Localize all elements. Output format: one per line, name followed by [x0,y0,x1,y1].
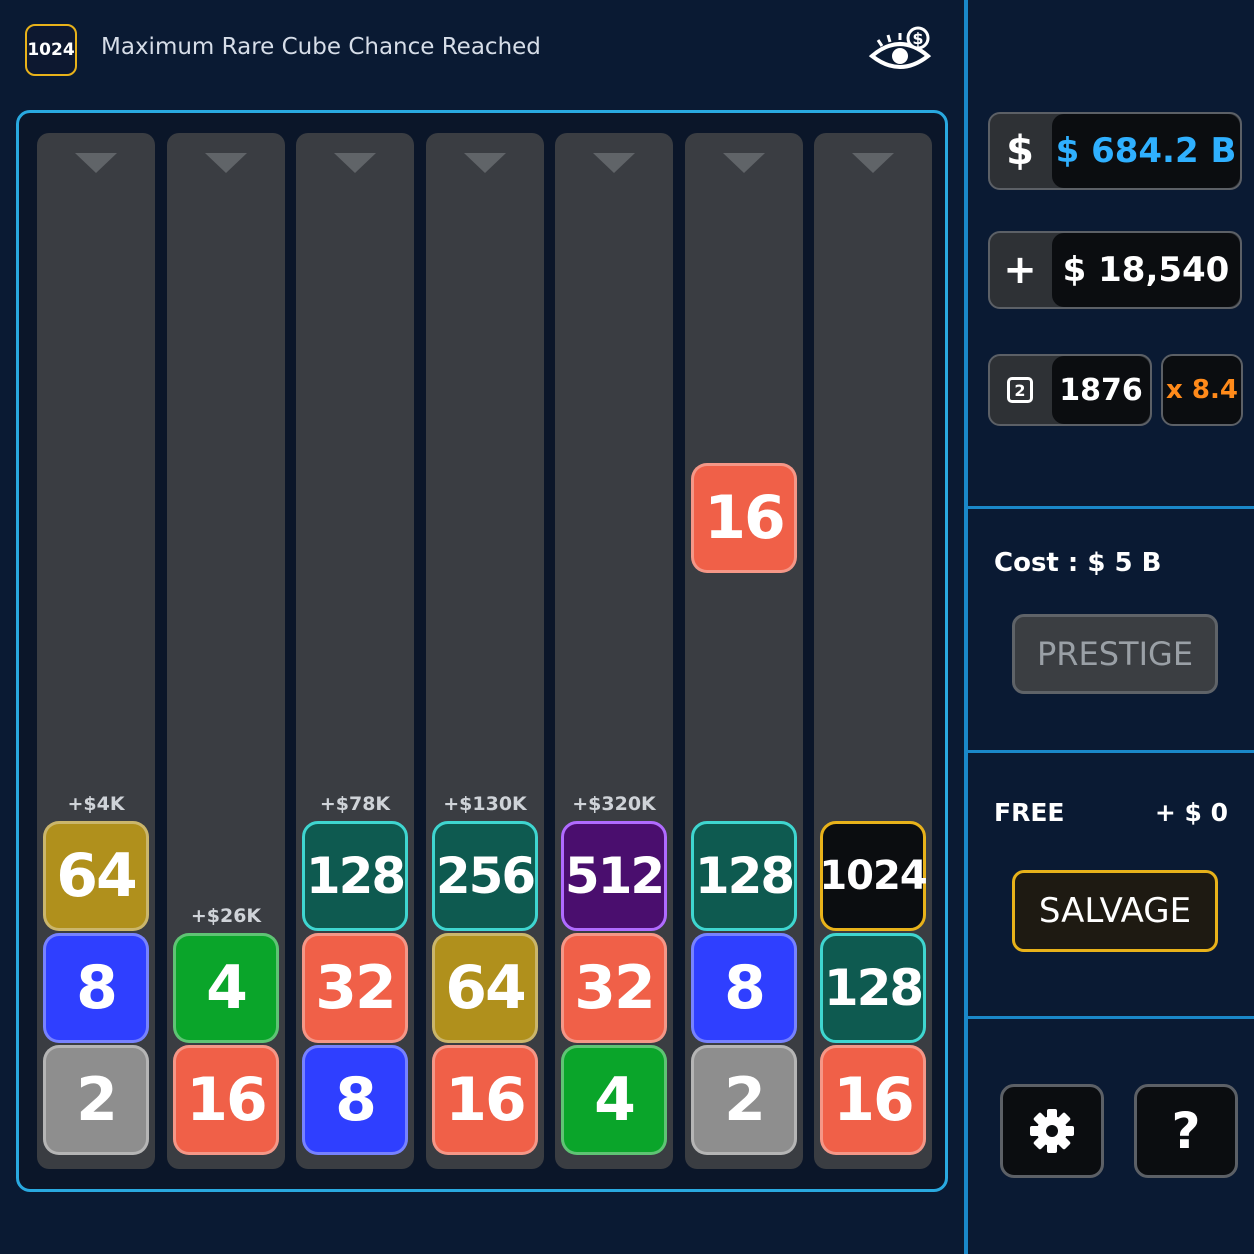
cube-count-box: 2 1876 [988,354,1152,426]
rare-cube-badge: 1024 [25,24,77,76]
board-column-1[interactable]: 64 8 2 +$4K [37,133,155,1169]
tile-512: 512 [561,821,667,931]
divider [968,506,1254,509]
cube-icon: 2 [990,356,1050,424]
tile-16: 16 [432,1045,538,1155]
income-box: + $ 18,540 [988,231,1242,309]
drop-arrow-icon [205,153,247,173]
settings-button[interactable] [1000,1084,1104,1178]
drop-arrow-icon [334,153,376,173]
tile-4: 4 [561,1045,667,1155]
plus-icon: + [1003,247,1037,293]
money-box: $ $ 684.2 B [988,112,1242,190]
multiplier-value: x 8.4 [1163,356,1241,424]
svg-text:$: $ [912,29,923,48]
prestige-button[interactable]: PRESTIGE [1012,614,1218,694]
board-column-5[interactable]: 512 32 4 +$320K [555,133,673,1169]
chain-reward-label: +$4K [67,793,125,815]
eye-dollar-icon[interactable]: $ [868,26,932,76]
chain-reward-label: +$78K [319,793,391,815]
income-value: $ 18,540 [1052,233,1240,307]
divider [968,1016,1254,1019]
board-column-2[interactable]: 4 16 +$26K [167,133,285,1169]
tile-128: 128 [302,821,408,931]
tile-1024: 1024 [819,821,928,931]
tile-128: 128 [820,933,926,1043]
chain-reward-label: +$320K [572,793,656,815]
tile-64: 64 [43,821,149,931]
tile-8: 8 [302,1045,408,1155]
board-column-4[interactable]: 256 64 16 +$130K [426,133,544,1169]
drop-arrow-icon [723,153,765,173]
tile-4: 4 [173,933,279,1043]
chain-reward-label: +$26K [190,905,262,927]
board-column-3[interactable]: 128 32 8 +$78K [296,133,414,1169]
rare-cube-message: Maximum Rare Cube Chance Reached [101,34,541,60]
tile-32: 32 [302,933,408,1043]
right-panel: $ $ 684.2 B + $ 18,540 2 1876 x 8.4 Cost… [964,0,1254,1254]
tile-32: 32 [561,933,667,1043]
free-label: FREE [994,798,1065,827]
board-column-6[interactable]: 16 128 8 2 [685,133,803,1169]
drop-arrow-icon [852,153,894,173]
multiplier-box: x 8.4 [1161,354,1243,426]
tile-16: 16 [173,1045,279,1155]
tile-16: 16 [691,463,797,573]
tile-8: 8 [691,933,797,1043]
tile-2: 2 [43,1045,149,1155]
drop-arrow-icon [593,153,635,173]
tile-2: 2 [691,1045,797,1155]
money-value: $ 684.2 B [1052,114,1240,188]
chain-reward-label: +$130K [443,793,527,815]
free-value: + $ 0 [1154,798,1228,827]
drop-arrow-icon [464,153,506,173]
tile-128: 128 [691,821,797,931]
dollar-icon: $ [1006,128,1034,174]
game-board: 64 8 2 +$4K 4 16 +$26K 128 32 8 +$78K 256 64 16 +$130K… [16,110,948,1192]
tile-16: 16 [820,1045,926,1155]
tile-64: 64 [432,933,538,1043]
prestige-cost: Cost : $ 5 B [994,548,1162,578]
gear-icon [1030,1109,1074,1153]
help-button[interactable]: ? [1134,1084,1238,1178]
tile-8: 8 [43,933,149,1043]
cube-count-value: 1876 [1052,356,1150,424]
tile-256: 256 [432,821,538,931]
salvage-button[interactable]: SALVAGE [1012,870,1218,952]
drop-arrow-icon [75,153,117,173]
divider [968,750,1254,753]
top-bar: 1024 Maximum Rare Cube Chance Reached $ [0,0,964,104]
board-column-7[interactable]: 1024 128 16 [814,133,932,1169]
